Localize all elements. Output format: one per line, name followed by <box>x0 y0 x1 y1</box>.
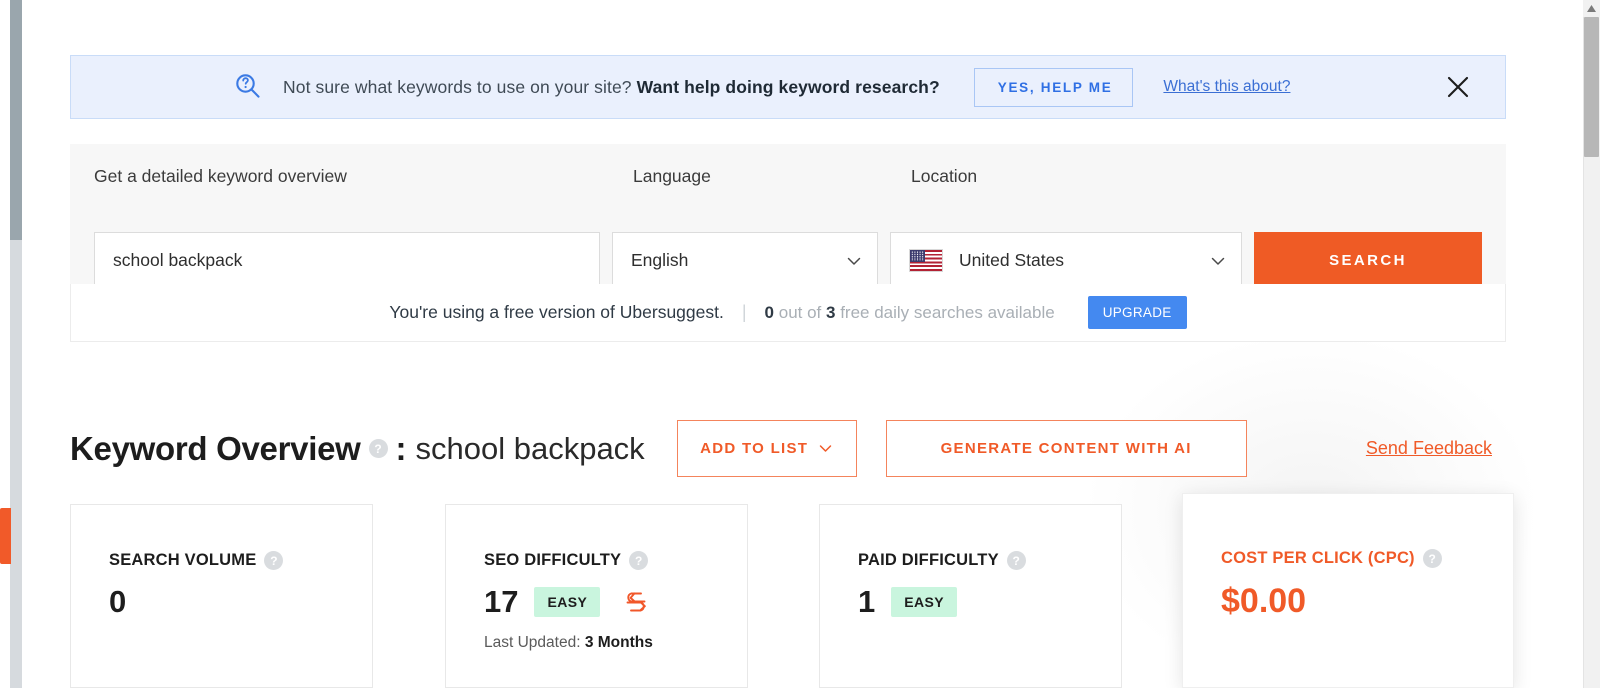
last-updated-prefix: Last Updated: <box>484 634 585 651</box>
paid-difficulty-card: PAID DIFFICULTY ? 1 EASY <box>819 504 1122 688</box>
language-select-value: English <box>631 250 689 270</box>
help-icon[interactable]: ? <box>264 551 284 570</box>
add-to-list-button[interactable]: ADD TO LIST <box>676 420 857 477</box>
page-content: Not sure what keywords to use on your si… <box>22 0 1583 688</box>
generate-content-with-ai-button[interactable]: GENERATE CONTENT WITH AI <box>885 420 1247 477</box>
cost-per-click-value: $0.00 <box>1221 582 1307 620</box>
free-search-used: 0 <box>764 302 775 322</box>
card-label: SEARCH VOLUME ? <box>109 551 372 570</box>
page-title: Keyword Overview <box>70 429 361 467</box>
search-field-row: English United States <box>94 232 1482 289</box>
metric-cards: SEARCH VOLUME ? 0 SEO DIFFICULTY ? 17 EA… <box>70 493 1540 688</box>
card-value: 1 EASY <box>858 586 1121 617</box>
keyword-overview-header: Keyword Overview ? : school backpack ADD… <box>70 420 1506 477</box>
location-field-label: Location <box>911 166 978 186</box>
card-label: PAID DIFFICULTY ? <box>858 551 1121 570</box>
overview-keyword: school backpack <box>415 430 645 466</box>
card-value: 17 EASY <box>484 586 747 617</box>
add-to-list-label: ADD TO LIST <box>700 440 809 457</box>
banner-message-normal: Not sure what keywords to use on your si… <box>283 76 637 97</box>
seo-difficulty-last-updated: Last Updated: 3 Months <box>484 634 747 652</box>
location-select-value: United States <box>959 250 1065 270</box>
search-button[interactable]: SEARCH <box>1254 232 1482 289</box>
last-updated-value: 3 Months <box>584 634 653 651</box>
vertical-scrollbar[interactable] <box>1583 0 1600 688</box>
seo-difficulty-badge: EASY <box>534 586 601 617</box>
help-icon[interactable]: ? <box>1422 549 1442 568</box>
chevron-down-icon <box>818 441 833 456</box>
card-label: COST PER CLICK (CPC) ? <box>1221 549 1513 568</box>
card-value: 0 <box>109 586 372 617</box>
free-search-tail: free daily searches available <box>835 302 1055 322</box>
card-label: SEO DIFFICULTY ? <box>484 551 747 570</box>
refresh-icon[interactable] <box>622 589 650 615</box>
left-rail <box>0 0 22 688</box>
banner-message-bold: Want help doing keyword research? <box>636 76 940 97</box>
seo-difficulty-card: SEO DIFFICULTY ? 17 EASY Last Updated: 3… <box>445 504 748 688</box>
banner-message: Not sure what keywords to use on your si… <box>283 77 940 98</box>
search-volume-card: SEARCH VOLUME ? 0 <box>70 504 373 688</box>
field-label-row: Get a detailed keyword overview Language… <box>94 166 1482 196</box>
language-field-label: Language <box>633 166 711 186</box>
keyword-research-promo-banner: Not sure what keywords to use on your si… <box>70 55 1506 119</box>
scroll-up-arrow-icon[interactable] <box>1583 0 1600 17</box>
seo-difficulty-value: 17 <box>484 584 519 619</box>
search-question-icon <box>233 72 263 102</box>
location-select[interactable]: United States <box>890 232 1242 289</box>
free-version-bar: You're using a free version of Ubersugge… <box>70 284 1506 342</box>
chevron-down-icon <box>1209 252 1227 270</box>
free-version-message: You're using a free version of Ubersugge… <box>389 302 724 322</box>
title-colon: : <box>395 429 407 467</box>
seo-difficulty-label: SEO DIFFICULTY <box>484 551 622 569</box>
cost-per-click-label: COST PER CLICK (CPC) <box>1221 549 1415 567</box>
keyword-input[interactable] <box>94 232 600 289</box>
free-search-mid: out of <box>774 302 826 322</box>
keyword-search-panel: Get a detailed keyword overview Language… <box>70 144 1506 289</box>
search-volume-value: 0 <box>109 584 127 619</box>
keyword-field-label: Get a detailed keyword overview <box>94 166 347 186</box>
whats-this-about-link[interactable]: What's this about? <box>1163 78 1290 96</box>
divider: | <box>741 302 747 322</box>
help-icon[interactable]: ? <box>1006 551 1026 570</box>
chevron-down-icon <box>845 252 863 270</box>
us-flag-icon <box>909 249 943 272</box>
scrollbar-thumb[interactable] <box>1584 17 1599 157</box>
feedback-side-tab[interactable] <box>0 508 11 564</box>
cost-per-click-card: COST PER CLICK (CPC) ? $0.00 <box>1182 493 1514 688</box>
free-search-count: 0 out of 3 free daily searches available <box>765 303 1055 323</box>
paid-difficulty-label: PAID DIFFICULTY <box>858 551 999 569</box>
paid-difficulty-value: 1 <box>858 584 876 619</box>
yes-help-me-button[interactable]: YES, HELP ME <box>973 67 1134 107</box>
help-icon[interactable]: ? <box>629 551 649 570</box>
search-volume-label: SEARCH VOLUME <box>109 551 257 569</box>
close-icon[interactable] <box>1441 70 1475 104</box>
left-edge-scroll-thumb[interactable] <box>10 0 22 240</box>
help-icon[interactable]: ? <box>368 439 388 458</box>
send-feedback-link[interactable]: Send Feedback <box>1366 438 1506 459</box>
browser-viewport: Not sure what keywords to use on your si… <box>0 0 1600 688</box>
paid-difficulty-badge: EASY <box>891 586 957 617</box>
upgrade-button[interactable]: UPGRADE <box>1087 296 1187 329</box>
card-value: $0.00 <box>1221 584 1513 618</box>
language-select[interactable]: English <box>612 232 878 289</box>
